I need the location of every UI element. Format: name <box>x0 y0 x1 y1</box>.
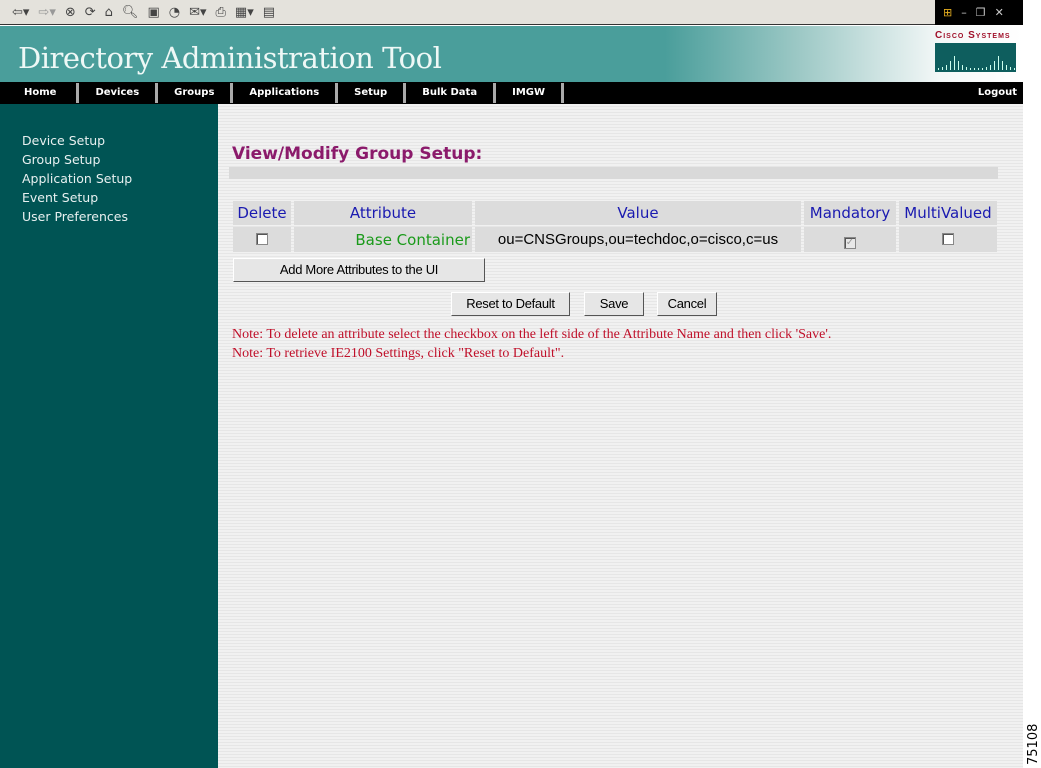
nav-devices[interactable]: Devices <box>79 83 159 103</box>
sidebar-item-user-preferences[interactable]: User Preferences <box>22 207 218 226</box>
close-icon[interactable]: ✕ <box>995 6 1004 19</box>
logo-bar <box>1010 67 1011 70</box>
main-content: View/Modify Group Setup: Delete Attribut… <box>218 104 1023 768</box>
discuss-icon[interactable]: ▤ <box>263 5 275 20</box>
logo-bar <box>974 68 975 70</box>
note-reset: Note: To retrieve IE2100 Settings, click… <box>232 346 565 361</box>
app-title: Directory Administration Tool <box>18 41 442 75</box>
nav-setup[interactable]: Setup <box>338 83 407 103</box>
nav-groups[interactable]: Groups <box>158 83 234 103</box>
table-header-row: Delete Attribute Value Mandatory MultiVa… <box>233 201 997 225</box>
logo-bar <box>938 68 939 70</box>
attributes-table: Delete Attribute Value Mandatory MultiVa… <box>230 199 1000 254</box>
col-attribute: Attribute <box>294 201 472 225</box>
browser-toolbar: ⇦▾ ⇨▾ ⊗ ⟳ ⌂ 🔍︎ ▣ ◔ ✉▾ ⎙ ▦▾ ▤ <box>0 0 1023 25</box>
note-delete: Note: To delete an attribute select the … <box>232 327 832 342</box>
logo-bar <box>942 67 943 70</box>
col-value: Value <box>475 201 801 225</box>
col-delete: Delete <box>233 201 291 225</box>
logo-bar <box>958 61 959 70</box>
reset-to-default-button[interactable]: Reset to Default <box>451 292 570 316</box>
logo-bar <box>986 67 987 70</box>
logo-bar <box>994 61 995 70</box>
attribute-name: Base Container <box>294 227 472 252</box>
minimize-icon[interactable]: – <box>961 6 967 19</box>
mandatory-checkbox: ✓ <box>844 236 856 249</box>
delete-checkbox[interactable] <box>256 232 268 245</box>
refresh-icon[interactable]: ⟳ <box>85 5 96 20</box>
logo-bar <box>950 61 951 70</box>
logo-bar <box>946 65 947 70</box>
cancel-button[interactable]: Cancel <box>657 292 717 316</box>
nav-imgw[interactable]: IMGW <box>496 83 565 103</box>
logo-bars <box>935 43 1016 72</box>
multivalued-checkbox[interactable] <box>942 232 954 245</box>
sidebar: Device Setup Group Setup Application Set… <box>0 104 218 768</box>
favorites-icon[interactable]: ▣ <box>147 5 159 20</box>
stop-icon[interactable]: ⊗ <box>65 5 76 20</box>
logo-bar <box>954 56 955 70</box>
restore-icon[interactable]: ❐ <box>976 6 986 19</box>
logo-bar <box>1014 68 1015 70</box>
logo-bar <box>978 68 979 70</box>
sidebar-item-event-setup[interactable]: Event Setup <box>22 188 218 207</box>
logo-bar <box>1006 65 1007 70</box>
logout-link[interactable]: Logout <box>978 82 1017 104</box>
mail-icon[interactable]: ✉▾ <box>189 5 206 20</box>
figure-number: 75108 <box>1026 723 1041 765</box>
save-button[interactable]: Save <box>584 292 644 316</box>
col-multivalued: MultiValued <box>899 201 997 225</box>
nav-home[interactable]: Home <box>0 83 80 103</box>
logo-bar <box>1002 61 1003 70</box>
logo-bar <box>998 56 999 70</box>
home-icon[interactable]: ⌂ <box>105 5 113 20</box>
window-controls: ⊞ – ❐ ✕ <box>935 0 1023 25</box>
sidebar-item-application-setup[interactable]: Application Setup <box>22 169 218 188</box>
logo-text: Cisco Systems <box>935 30 1011 41</box>
add-attributes-button[interactable]: Add More Attributes to the UI <box>233 258 485 282</box>
divider-bar <box>229 167 998 179</box>
sidebar-item-group-setup[interactable]: Group Setup <box>22 150 218 169</box>
history-icon[interactable]: ◔ <box>169 5 180 20</box>
forward-icon[interactable]: ⇨▾ <box>38 5 55 20</box>
logo-bar <box>962 65 963 70</box>
cisco-logo: Cisco Systems <box>935 30 1021 72</box>
header-banner: Directory Administration Tool Cisco Syst… <box>0 26 1023 82</box>
nav-applications[interactable]: Applications <box>233 83 339 103</box>
page-title: View/Modify Group Setup: <box>232 144 483 164</box>
logo-bar <box>990 65 991 70</box>
print-icon[interactable]: ⎙ <box>216 5 226 20</box>
back-icon[interactable]: ⇦▾ <box>12 5 29 20</box>
table-row: Base Container ou=CNSGroups,ou=techdoc,o… <box>233 227 997 252</box>
nav-bulk-data[interactable]: Bulk Data <box>406 83 497 103</box>
main-nav: Home Devices Groups Applications Setup B… <box>0 82 1023 104</box>
windows-logo-icon: ⊞ <box>943 6 953 19</box>
search-icon[interactable]: 🔍︎ <box>122 5 139 20</box>
logo-bar <box>970 68 971 70</box>
attribute-value: ou=CNSGroups,ou=techdoc,o=cisco,c=us <box>475 227 801 252</box>
sidebar-item-device-setup[interactable]: Device Setup <box>22 131 218 150</box>
col-mandatory: Mandatory <box>804 201 896 225</box>
logo-bar <box>966 67 967 70</box>
edit-icon[interactable]: ▦▾ <box>235 5 254 20</box>
logo-bar <box>982 68 983 70</box>
